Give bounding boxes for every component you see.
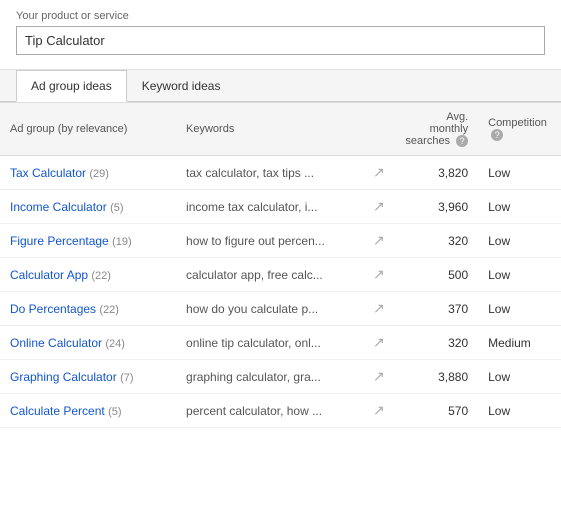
header-competition: Competition ? — [478, 103, 561, 156]
keyword-count: (22) — [91, 270, 111, 282]
keyword-count: (24) — [105, 338, 125, 350]
cell-competition: Medium — [478, 326, 561, 360]
ad-group-link[interactable]: Tax Calculator — [10, 166, 86, 180]
tab-keyword-ideas[interactable]: Keyword ideas — [127, 70, 236, 102]
cell-monthly: 570 — [395, 394, 478, 428]
table-row: Figure Percentage (19) how to figure out… — [0, 224, 561, 258]
cell-trend[interactable]: ↗ — [362, 224, 395, 258]
cell-trend[interactable]: ↗ — [362, 292, 395, 326]
cell-keywords: percent calculator, how ... — [176, 394, 362, 428]
cell-trend[interactable]: ↗ — [362, 326, 395, 360]
ad-group-link[interactable]: Graphing Calculator — [10, 370, 117, 384]
trend-icon[interactable]: ↗ — [373, 300, 385, 316]
monthly-help-icon[interactable]: ? — [456, 135, 468, 147]
table-row: Income Calculator (5) income tax calcula… — [0, 190, 561, 224]
cell-ad-group: Income Calculator (5) — [0, 190, 176, 224]
cell-competition: Low — [478, 224, 561, 258]
table-header-row: Ad group (by relevance) Keywords Avg. mo… — [0, 103, 561, 156]
cell-competition: Low — [478, 190, 561, 224]
keyword-count: (19) — [112, 236, 132, 248]
table-body: Tax Calculator (29) tax calculator, tax … — [0, 156, 561, 428]
cell-trend[interactable]: ↗ — [362, 258, 395, 292]
cell-keywords: income tax calculator, i... — [176, 190, 362, 224]
results-table: Ad group (by relevance) Keywords Avg. mo… — [0, 102, 561, 428]
cell-ad-group: Calculate Percent (5) — [0, 394, 176, 428]
trend-icon[interactable]: ↗ — [373, 164, 385, 180]
cell-competition: Low — [478, 394, 561, 428]
trend-icon[interactable]: ↗ — [373, 232, 385, 248]
header-ad-group: Ad group (by relevance) — [0, 103, 176, 156]
ad-group-link[interactable]: Calculate Percent — [10, 404, 105, 418]
header-trend — [362, 103, 395, 156]
trend-icon[interactable]: ↗ — [373, 198, 385, 214]
cell-trend[interactable]: ↗ — [362, 360, 395, 394]
cell-monthly: 500 — [395, 258, 478, 292]
tabs-bar: Ad group ideas Keyword ideas — [0, 70, 561, 102]
cell-competition: Low — [478, 258, 561, 292]
table-row: Do Percentages (22) how do you calculate… — [0, 292, 561, 326]
cell-monthly: 370 — [395, 292, 478, 326]
keyword-count: (22) — [99, 304, 119, 316]
cell-ad-group: Figure Percentage (19) — [0, 224, 176, 258]
cell-competition: Low — [478, 292, 561, 326]
ad-group-link[interactable]: Figure Percentage — [10, 234, 109, 248]
cell-trend[interactable]: ↗ — [362, 190, 395, 224]
cell-ad-group: Graphing Calculator (7) — [0, 360, 176, 394]
table-row: Online Calculator (24) online tip calcul… — [0, 326, 561, 360]
trend-icon[interactable]: ↗ — [373, 368, 385, 384]
cell-monthly: 320 — [395, 326, 478, 360]
trend-icon[interactable]: ↗ — [373, 334, 385, 350]
keyword-count: (7) — [120, 372, 133, 384]
keyword-count: (5) — [108, 406, 121, 418]
keyword-count: (29) — [89, 168, 109, 180]
ad-group-link[interactable]: Online Calculator — [10, 336, 102, 350]
table-row: Tax Calculator (29) tax calculator, tax … — [0, 156, 561, 190]
top-section: Your product or service — [0, 0, 561, 70]
table-row: Calculator App (22) calculator app, free… — [0, 258, 561, 292]
header-keywords: Keywords — [176, 103, 362, 156]
ad-group-link[interactable]: Income Calculator — [10, 200, 107, 214]
cell-keywords: online tip calculator, onl... — [176, 326, 362, 360]
table-row: Calculate Percent (5) percent calculator… — [0, 394, 561, 428]
tab-ad-group-ideas[interactable]: Ad group ideas — [16, 70, 127, 102]
cell-monthly: 3,880 — [395, 360, 478, 394]
trend-icon[interactable]: ↗ — [373, 402, 385, 418]
cell-ad-group: Calculator App (22) — [0, 258, 176, 292]
cell-keywords: graphing calculator, gra... — [176, 360, 362, 394]
cell-monthly: 3,960 — [395, 190, 478, 224]
cell-ad-group: Tax Calculator (29) — [0, 156, 176, 190]
cell-monthly: 3,820 — [395, 156, 478, 190]
competition-help-icon[interactable]: ? — [491, 129, 503, 141]
ad-group-link[interactable]: Do Percentages — [10, 302, 96, 316]
product-label: Your product or service — [16, 10, 545, 22]
keyword-count: (5) — [110, 202, 123, 214]
cell-keywords: how do you calculate p... — [176, 292, 362, 326]
cell-keywords: how to figure out percen... — [176, 224, 362, 258]
product-input[interactable] — [16, 26, 545, 55]
table-row: Graphing Calculator (7) graphing calcula… — [0, 360, 561, 394]
cell-competition: Low — [478, 360, 561, 394]
cell-trend[interactable]: ↗ — [362, 156, 395, 190]
cell-ad-group: Do Percentages (22) — [0, 292, 176, 326]
cell-ad-group: Online Calculator (24) — [0, 326, 176, 360]
header-monthly: Avg. monthly searches ? — [395, 103, 478, 156]
cell-keywords: tax calculator, tax tips ... — [176, 156, 362, 190]
cell-monthly: 320 — [395, 224, 478, 258]
trend-icon[interactable]: ↗ — [373, 266, 385, 282]
cell-keywords: calculator app, free calc... — [176, 258, 362, 292]
cell-competition: Low — [478, 156, 561, 190]
cell-trend[interactable]: ↗ — [362, 394, 395, 428]
table-container: Ad group (by relevance) Keywords Avg. mo… — [0, 102, 561, 428]
ad-group-link[interactable]: Calculator App — [10, 268, 88, 282]
